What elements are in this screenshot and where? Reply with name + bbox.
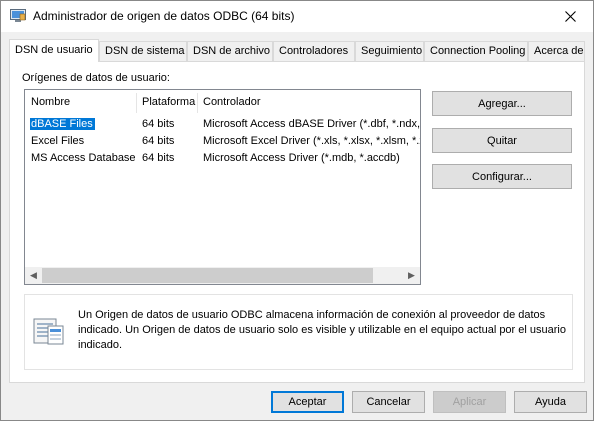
- data-source-icon: [33, 314, 65, 346]
- column-divider[interactable]: [197, 93, 198, 113]
- title-bar: Administrador de origen de datos ODBC (6…: [1, 1, 593, 32]
- scroll-left-arrow-icon[interactable]: ◀: [25, 267, 42, 284]
- close-icon: [564, 10, 576, 22]
- dsn-platform: 64 bits: [142, 135, 175, 147]
- user-dsn-list[interactable]: Nombre Plataforma Controlador dBASE File…: [24, 89, 421, 285]
- dsn-name: MS Access Database: [31, 152, 136, 164]
- cancel-button[interactable]: Cancelar: [352, 391, 425, 413]
- configure-button[interactable]: Configurar...: [432, 164, 572, 189]
- help-button[interactable]: Ayuda: [514, 391, 587, 413]
- tab-drivers[interactable]: Controladores: [273, 41, 355, 61]
- user-data-sources-label: Orígenes de datos de usuario:: [22, 72, 170, 84]
- dsn-driver: Microsoft Excel Driver (*.xls, *.xlsx, *…: [203, 135, 420, 147]
- tab-connection-pooling[interactable]: Connection Pooling: [424, 41, 528, 61]
- info-box: Un Origen de datos de usuario ODBC almac…: [24, 294, 573, 370]
- dsn-name: dBASE Files: [30, 118, 95, 130]
- tab-system-dsn[interactable]: DSN de sistema: [99, 41, 187, 61]
- dsn-name: Excel Files: [31, 135, 85, 147]
- tab-about[interactable]: Acerca de: [528, 41, 585, 61]
- dsn-platform: 64 bits: [142, 118, 175, 130]
- tab-user-dsn[interactable]: DSN de usuario: [9, 39, 99, 62]
- info-description: Un Origen de datos de usuario ODBC almac…: [78, 309, 566, 351]
- odbc-admin-dialog: Administrador de origen de datos ODBC (6…: [0, 0, 594, 421]
- tab-tracing[interactable]: Seguimiento: [355, 41, 424, 61]
- horizontal-scrollbar[interactable]: ◀ ▶: [25, 267, 420, 284]
- list-item[interactable]: dBASE Files 64 bits Microsoft Access dBA…: [25, 117, 420, 133]
- column-header-platform[interactable]: Plataforma: [142, 96, 195, 108]
- apply-button[interactable]: Aplicar: [433, 391, 506, 413]
- ok-button[interactable]: Aceptar: [271, 391, 344, 413]
- window-title: Administrador de origen de datos ODBC (6…: [33, 9, 295, 23]
- list-header: Nombre Plataforma Controlador: [25, 90, 420, 116]
- tab-file-dsn[interactable]: DSN de archivo: [187, 41, 273, 61]
- scroll-right-arrow-icon[interactable]: ▶: [403, 267, 420, 284]
- tab-strip: DSN de usuario DSN de sistema DSN de arc…: [9, 39, 585, 62]
- close-button[interactable]: [547, 1, 593, 31]
- odbc-app-icon: [10, 9, 26, 23]
- list-item[interactable]: Excel Files 64 bits Microsoft Excel Driv…: [25, 134, 420, 150]
- list-item[interactable]: MS Access Database 64 bits Microsoft Acc…: [25, 151, 420, 167]
- dsn-platform: 64 bits: [142, 152, 175, 164]
- column-header-driver[interactable]: Controlador: [203, 96, 260, 108]
- column-divider[interactable]: [136, 93, 137, 113]
- add-button[interactable]: Agregar...: [432, 91, 572, 116]
- dsn-driver: Microsoft Access Driver (*.mdb, *.accdb): [203, 152, 400, 164]
- dsn-driver: Microsoft Access dBASE Driver (*.dbf, *.…: [203, 118, 420, 130]
- scroll-thumb[interactable]: [42, 268, 373, 283]
- remove-button[interactable]: Quitar: [432, 128, 572, 153]
- column-header-name[interactable]: Nombre: [31, 96, 70, 108]
